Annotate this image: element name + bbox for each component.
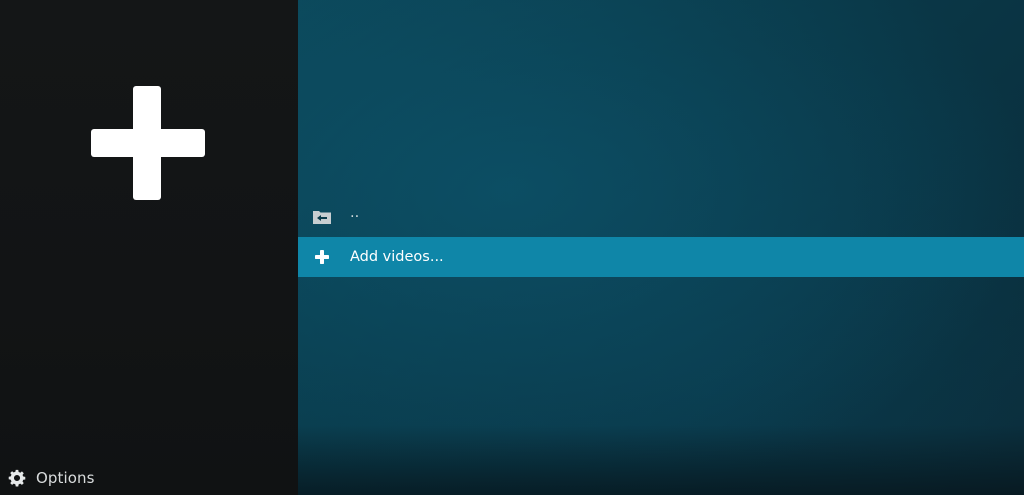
folder-back-icon [313,211,331,224]
media-library-window: Options .. Add videos... [0,0,1024,495]
list-item-label: Add videos... [350,249,444,265]
gear-icon [8,469,26,487]
plus-icon [315,250,329,264]
list-item-label: .. [350,205,360,221]
plus-bar-horizontal [91,129,205,157]
file-list: .. Add videos... [298,197,1024,277]
options-label: Options [36,469,95,487]
list-item-add-videos[interactable]: Add videos... [298,237,1024,277]
list-item-parent-folder[interactable]: .. [298,197,1024,237]
main-panel: .. Add videos... [298,0,1024,495]
sidebar: Options [0,0,298,495]
options-button[interactable]: Options [8,468,95,488]
thumbnail-plus-icon [91,86,205,200]
